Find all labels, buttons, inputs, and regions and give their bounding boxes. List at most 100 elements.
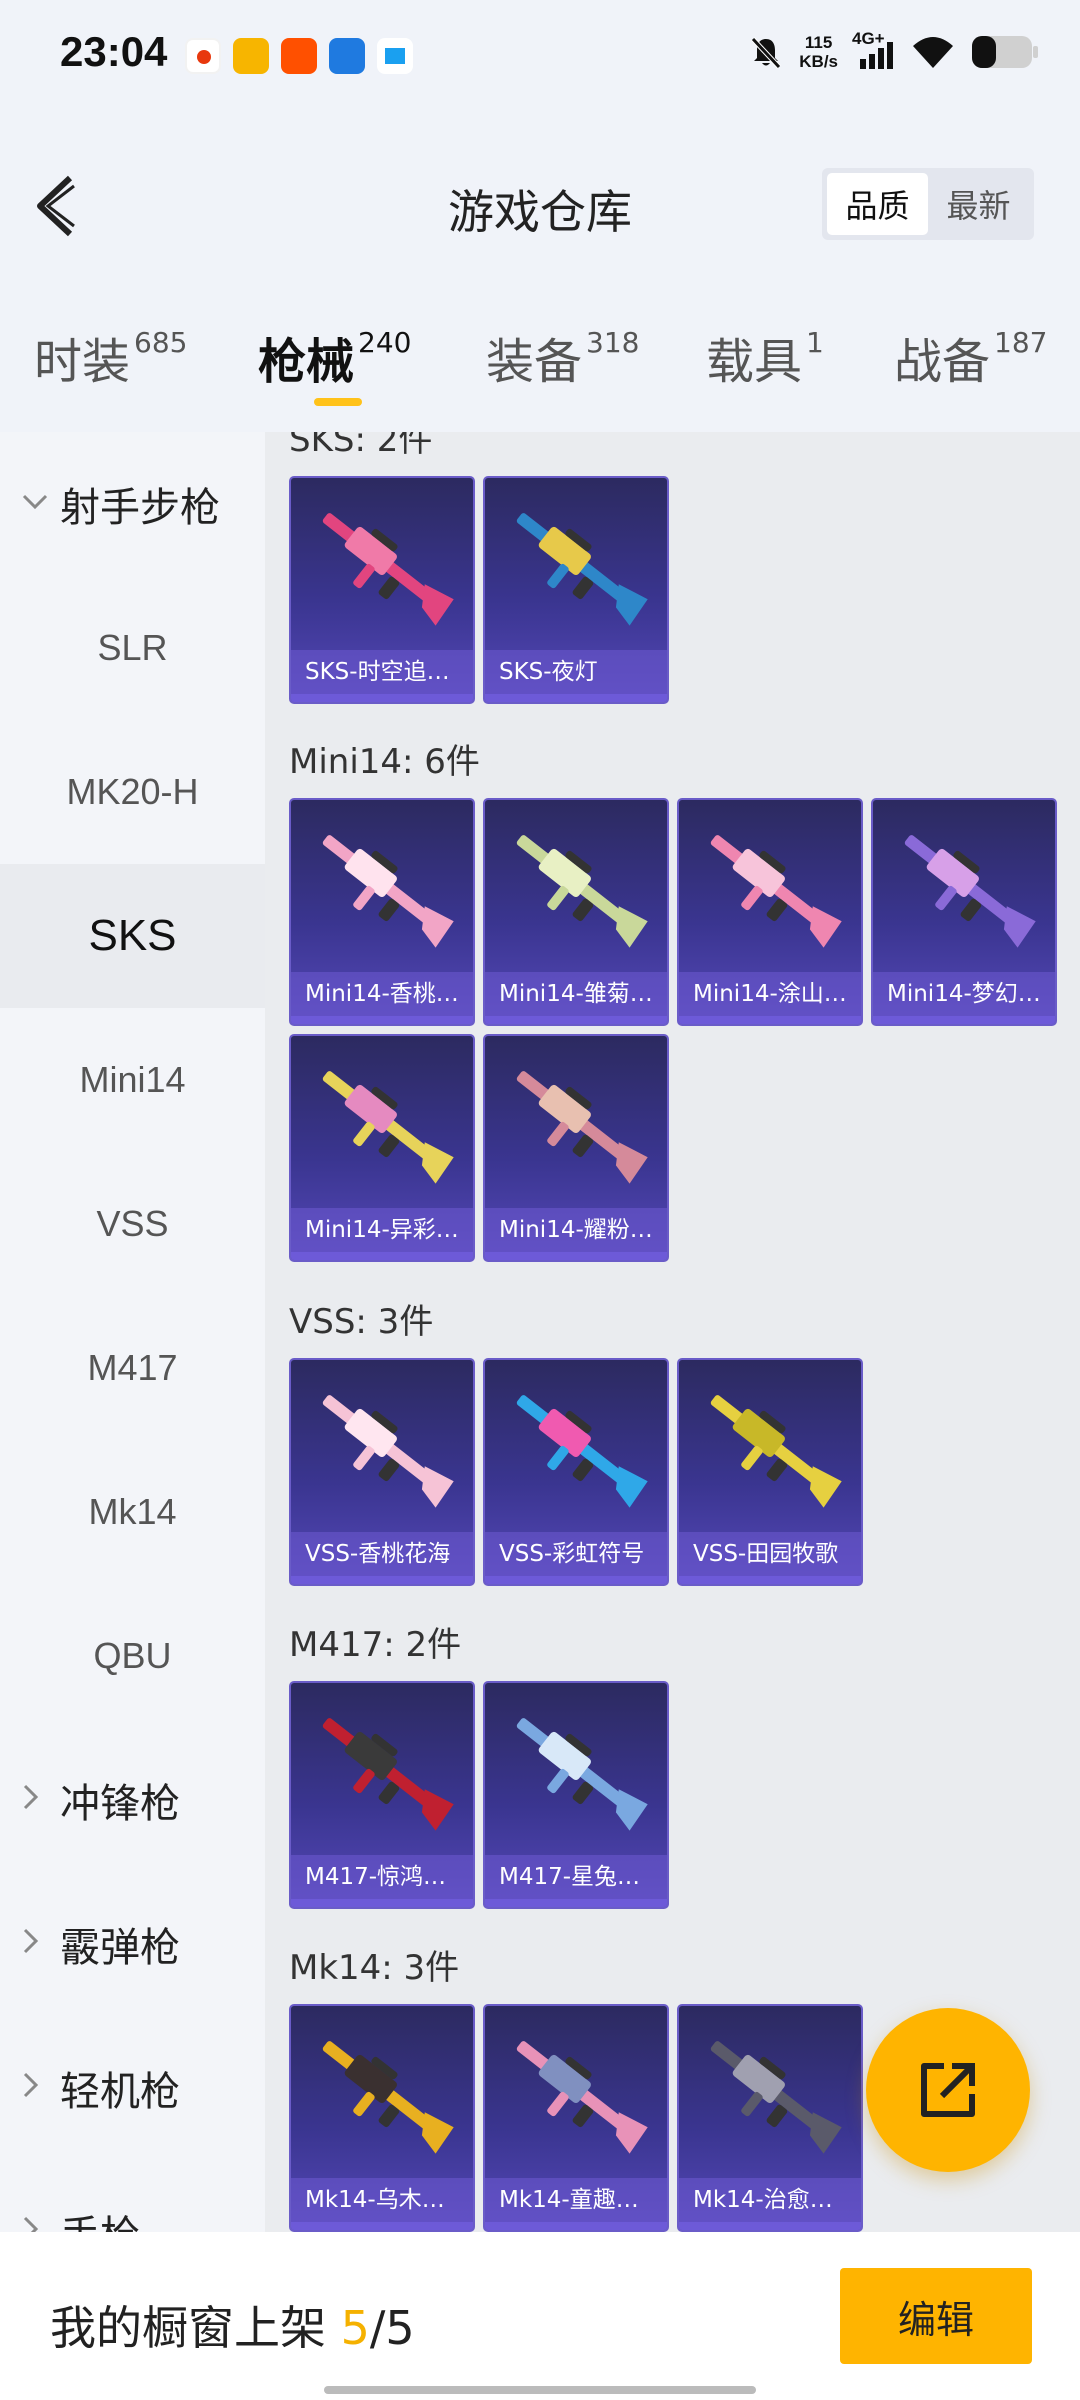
skin-card[interactable]: Mini14-耀粉… bbox=[483, 1034, 669, 1262]
sidebar-category-pistol[interactable]: 手枪 bbox=[20, 2160, 140, 2232]
weapon-skin-image bbox=[710, 2041, 842, 2154]
sort-quality-button[interactable]: 品质 bbox=[827, 173, 928, 235]
sidebar-item-mini14[interactable]: Mini14 bbox=[0, 1008, 265, 1152]
sort-newest-button[interactable]: 最新 bbox=[928, 173, 1029, 235]
sidebar-item-mk20h[interactable]: MK20-H bbox=[0, 720, 265, 864]
skin-card[interactable]: Mk14-童趣… bbox=[483, 2004, 669, 2232]
signal-icon: 4G+ bbox=[852, 29, 896, 71]
skin-name: VSS-田园牧歌 bbox=[679, 1532, 861, 1576]
tab-firearms[interactable]: 枪械 240 bbox=[258, 322, 411, 392]
tab-fashion[interactable]: 时装 685 bbox=[34, 322, 187, 392]
skin-card[interactable]: Mini14-梦幻… bbox=[871, 798, 1057, 1026]
sidebar-category-marksman[interactable]: 射手步枪 bbox=[20, 432, 220, 576]
battery-icon bbox=[972, 36, 1038, 68]
sidebar-category-label: 霰弹枪 bbox=[60, 1925, 180, 1971]
home-indicator[interactable] bbox=[324, 2386, 756, 2394]
skin-card[interactable]: M417-惊鸿… bbox=[289, 1681, 475, 1909]
skin-card[interactable]: M417-星兔… bbox=[483, 1681, 669, 1909]
chevron-right-icon bbox=[20, 2070, 60, 2107]
rarity-stripe bbox=[291, 1252, 473, 1260]
rarity-stripe bbox=[485, 694, 667, 702]
group-title-m417: M417: 2件 bbox=[289, 1625, 462, 1665]
tab-count: 240 bbox=[358, 326, 412, 359]
sidebar-category-label: 手枪 bbox=[60, 2203, 140, 2232]
skin-card[interactable]: SKS-时空追… bbox=[289, 476, 475, 704]
showcase-label: 我的橱窗上架 bbox=[50, 2301, 326, 2355]
sidebar-item-qbu[interactable]: QBU bbox=[0, 1584, 265, 1728]
skin-name: Mini14-香桃… bbox=[291, 972, 473, 1016]
weapon-skin-image bbox=[710, 1395, 842, 1508]
skin-card[interactable]: Mk14-乌木… bbox=[289, 2004, 475, 2232]
skin-name: SKS-夜灯 bbox=[485, 650, 667, 694]
sort-toggle: 品质 最新 bbox=[822, 168, 1034, 240]
skin-name: M417-星兔… bbox=[485, 1855, 667, 1899]
mute-icon bbox=[751, 37, 782, 69]
skin-card[interactable]: Mini14-雏菊… bbox=[483, 798, 669, 1026]
sidebar-item-sks[interactable]: SKS bbox=[0, 864, 265, 1008]
taobao-icon bbox=[281, 38, 317, 74]
tab-vehicles[interactable]: 载具 1 bbox=[706, 322, 824, 392]
skin-card[interactable]: Mini14-涂山… bbox=[677, 798, 863, 1026]
skin-card[interactable]: Mini14-异彩… bbox=[289, 1034, 475, 1262]
skin-card[interactable]: SKS-夜灯 bbox=[483, 476, 669, 704]
skin-name: SKS-时空追… bbox=[291, 650, 473, 694]
skin-card[interactable]: Mk14-治愈… bbox=[677, 2004, 863, 2232]
rarity-stripe bbox=[291, 1899, 473, 1907]
weapon-skin-image bbox=[322, 513, 454, 626]
skin-name: Mini14-异彩… bbox=[291, 1208, 473, 1252]
skin-name: Mk14-童趣… bbox=[485, 2178, 667, 2222]
skin-name: Mk14-治愈… bbox=[679, 2178, 861, 2222]
back-button[interactable] bbox=[30, 170, 90, 240]
skin-card[interactable]: VSS-香桃花海 bbox=[289, 1358, 475, 1586]
weapon-skin-image bbox=[322, 1395, 454, 1508]
group-title-mk14: Mk14: 3件 bbox=[289, 1948, 460, 1988]
rarity-stripe bbox=[291, 2222, 473, 2230]
skin-card[interactable]: VSS-田园牧歌 bbox=[677, 1358, 863, 1586]
rarity-stripe bbox=[291, 1576, 473, 1584]
skin-card[interactable]: VSS-彩虹符号 bbox=[483, 1358, 669, 1586]
status-time: 23:04 bbox=[60, 28, 168, 75]
chevron-right-icon bbox=[20, 2214, 60, 2232]
rarity-stripe bbox=[485, 1016, 667, 1024]
chevron-down-icon bbox=[20, 489, 60, 519]
share-button[interactable] bbox=[866, 2008, 1030, 2172]
showcase-total: /5 bbox=[369, 2301, 415, 2355]
chevron-right-icon bbox=[20, 1926, 60, 1963]
status-bar: 23:04 115 KB/s 4G+ bbox=[0, 0, 1080, 115]
skin-name: VSS-彩虹符号 bbox=[485, 1532, 667, 1576]
sidebar-category-smg[interactable]: 冲锋枪 bbox=[20, 1728, 180, 1872]
edit-button[interactable]: 编辑 bbox=[840, 2268, 1032, 2364]
sidebar-item-slr[interactable]: SLR bbox=[0, 576, 265, 720]
sidebar-item-mk14[interactable]: Mk14 bbox=[0, 1440, 265, 1584]
tab-supplies[interactable]: 战备 187 bbox=[894, 322, 1047, 392]
category-tabs: 时装 685 枪械 240 装备 318 载具 1 战备 187 bbox=[0, 322, 1080, 412]
rarity-stripe bbox=[485, 1252, 667, 1260]
sidebar-category-lmg[interactable]: 轻机枪 bbox=[20, 2016, 180, 2160]
sidebar-item-vss[interactable]: VSS bbox=[0, 1152, 265, 1296]
tab-count: 187 bbox=[994, 326, 1048, 359]
tab-equipment[interactable]: 装备 318 bbox=[486, 322, 639, 392]
app-icon-2 bbox=[233, 38, 269, 74]
weapon-skin-list[interactable]: SKS: 2件 Mini14: 6件 VSS: 3件 M417: 2件 Mk14… bbox=[265, 432, 1080, 2232]
notification-icons bbox=[185, 38, 413, 74]
chevron-left-icon bbox=[37, 175, 75, 237]
tab-label: 战备 bbox=[894, 334, 991, 390]
weapon-skin-image bbox=[516, 513, 648, 626]
group-title-sks: SKS: 2件 bbox=[289, 432, 433, 460]
group-title-mini14: Mini14: 6件 bbox=[289, 742, 480, 782]
chevron-right-icon bbox=[20, 1782, 60, 1819]
tab-count: 685 bbox=[134, 326, 188, 359]
page-title: 游戏仓库 bbox=[448, 185, 632, 239]
sidebar-category-shotgun[interactable]: 霰弹枪 bbox=[20, 1872, 180, 2016]
skin-card[interactable]: Mini14-香桃… bbox=[289, 798, 475, 1026]
tab-label: 载具 bbox=[706, 334, 803, 390]
tab-count: 1 bbox=[806, 326, 824, 359]
skin-name: VSS-香桃花海 bbox=[291, 1532, 473, 1576]
group-title-vss: VSS: 3件 bbox=[289, 1302, 434, 1342]
weapon-skin-image bbox=[322, 835, 454, 948]
sidebar-item-m417[interactable]: M417 bbox=[0, 1296, 265, 1440]
rarity-stripe bbox=[485, 1899, 667, 1907]
weapon-skin-image bbox=[516, 1395, 648, 1508]
skin-name: Mini14-涂山… bbox=[679, 972, 861, 1016]
bottom-bar: 我的橱窗上架 5/5 编辑 bbox=[0, 2232, 1080, 2400]
